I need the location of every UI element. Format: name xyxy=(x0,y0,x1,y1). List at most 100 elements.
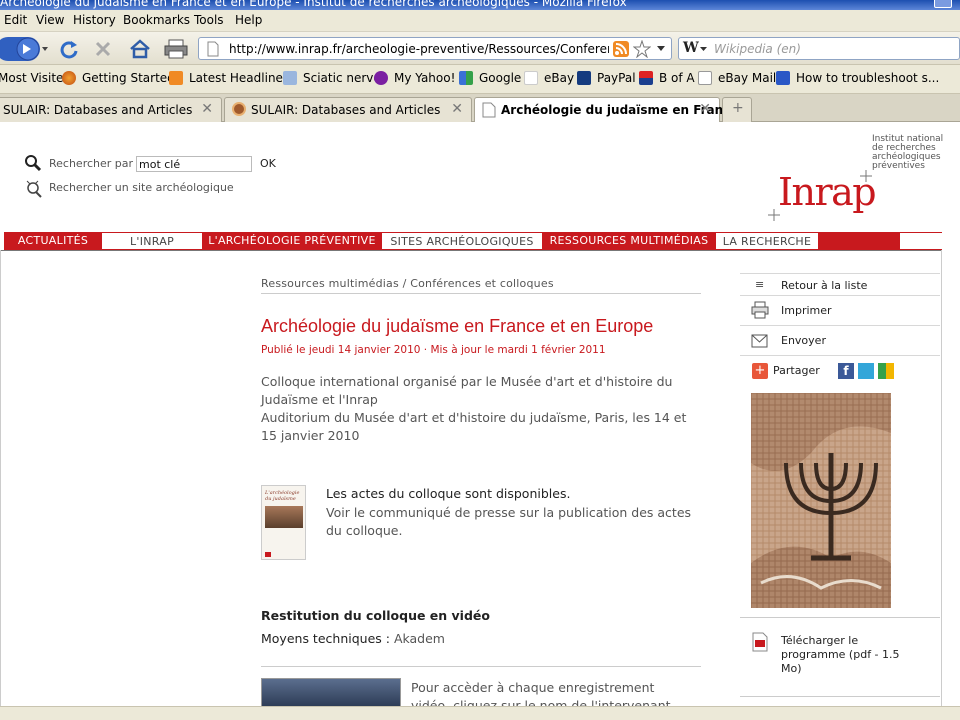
page-icon xyxy=(698,71,712,85)
share-plus-icon[interactable]: + xyxy=(752,363,768,379)
site-search-icon xyxy=(26,180,42,198)
twitter-icon[interactable] xyxy=(858,363,874,379)
breadcrumb: Ressources multimédias / Conférences et … xyxy=(261,277,554,290)
akadem-link[interactable]: Akadem xyxy=(394,631,445,646)
bookmark-getting-started[interactable]: Getting Started xyxy=(62,71,175,85)
web-page: Rechercher par mot clé OK Rechercher un … xyxy=(0,122,960,706)
new-tab-button[interactable]: + xyxy=(722,97,752,122)
nav-linrap[interactable]: L'INRAP xyxy=(102,232,202,250)
search-bar[interactable]: W Wikipedia (en) xyxy=(678,37,960,60)
page-left-border xyxy=(0,250,1,706)
bofa-icon xyxy=(639,71,653,85)
site-search-link[interactable]: Rechercher un site archéologique xyxy=(49,181,234,194)
bookmark-ebay-mail[interactable]: eBay Mail xyxy=(698,71,776,85)
search-placeholder: Wikipedia (en) xyxy=(714,42,801,56)
bookmarks-toolbar: Most Visited Getting Started Latest Head… xyxy=(0,65,960,94)
download-program-link[interactable]: Télécharger le programme (pdf - 1.5 Mo) xyxy=(781,634,921,676)
divider xyxy=(261,666,701,667)
menorah-mosaic-image xyxy=(751,393,891,608)
pdf-icon xyxy=(752,632,768,652)
yahoo-icon xyxy=(374,71,388,85)
press-release-link[interactable]: Voir le communiqué de presse sur la publ… xyxy=(326,504,706,540)
menu-help[interactable]: Help xyxy=(235,13,262,27)
rss-feed-icon[interactable] xyxy=(613,41,629,57)
bookmark-bofa[interactable]: B of A xyxy=(639,71,695,85)
print-icon xyxy=(751,301,769,319)
plus-icon: + xyxy=(732,100,744,116)
tab-sulair-1[interactable]: SULAIR: Databases and Articles ✕ xyxy=(0,97,222,122)
google-share-icon[interactable] xyxy=(878,363,894,379)
tab-archeologie[interactable]: Archéologie du judaïsme en Franc... ✕ xyxy=(474,97,744,123)
home-icon[interactable] xyxy=(129,39,151,59)
bookmark-sciatic-nerve[interactable]: Sciatic nerve xyxy=(283,71,381,85)
menu-history[interactable]: History xyxy=(73,13,116,27)
divider xyxy=(740,617,940,618)
page-right-border xyxy=(941,250,942,706)
page-title: Archéologie du judaïsme en France et en … xyxy=(261,316,654,336)
close-icon[interactable]: ✕ xyxy=(699,101,711,117)
proceedings-available: Les actes du colloque sont disponibles. xyxy=(326,486,571,501)
url-bar[interactable]: http://www.inrap.fr/archeologie-preventi… xyxy=(198,37,672,60)
window-title: Archéologie du judaïsme en France et en … xyxy=(0,0,627,9)
divider xyxy=(261,293,701,294)
close-icon[interactable]: ✕ xyxy=(451,101,463,117)
url-dropdown-icon[interactable] xyxy=(657,46,665,52)
url-text[interactable]: http://www.inrap.fr/archeologie-preventi… xyxy=(229,42,609,56)
book-cover-image[interactable]: L'archéologie du judaïsme xyxy=(261,485,306,560)
menu-tools[interactable]: Tools xyxy=(194,13,224,27)
list-icon: ≡ xyxy=(755,278,765,291)
nav-ressources-multimedias[interactable]: RESSOURCES MULTIMÉDIAS xyxy=(542,232,716,250)
intro-venue: Auditorium du Musée d'art et d'histoire … xyxy=(261,410,687,443)
back-forward-icon[interactable] xyxy=(0,35,48,63)
menu-bookmarks[interactable]: Bookmarks xyxy=(123,13,190,27)
video-thumbnail-image[interactable] xyxy=(261,678,401,706)
intro-organizers: Colloque international organisé par le M… xyxy=(261,374,673,407)
tab-sulair-2[interactable]: SULAIR: Databases and Articles ✕ xyxy=(224,97,472,122)
page-favicon-icon xyxy=(482,102,496,118)
bookmark-troubleshoot[interactable]: How to troubleshoot s... xyxy=(776,71,939,85)
ms-icon xyxy=(776,71,790,85)
menu-edit[interactable]: Edit xyxy=(4,13,27,27)
bookmark-google[interactable]: Google xyxy=(459,71,521,85)
nav-archeologie-preventive[interactable]: L'ARCHÉOLOGIE PRÉVENTIVE xyxy=(202,232,382,250)
search-icon xyxy=(25,155,42,172)
navigation-toolbar: http://www.inrap.fr/archeologie-preventi… xyxy=(0,32,960,65)
search-by-label: Rechercher par xyxy=(49,157,134,170)
nav-underline xyxy=(0,250,942,251)
bookmark-ebay[interactable]: eBay xyxy=(524,71,574,85)
ebay-icon xyxy=(524,71,538,85)
tab-label: SULAIR: Databases and Articles xyxy=(3,103,193,117)
print-icon[interactable] xyxy=(164,38,188,60)
nav-end xyxy=(900,232,942,250)
bookmark-latest-headlines[interactable]: Latest Headlines xyxy=(169,71,289,85)
window-button[interactable] xyxy=(934,0,952,8)
stop-icon[interactable] xyxy=(94,40,112,58)
nav-sites-archeologiques[interactable]: SITES ARCHÉOLOGIQUES xyxy=(382,232,542,250)
facebook-icon[interactable]: f xyxy=(838,363,854,379)
nav-spacer xyxy=(818,232,900,250)
wikipedia-icon[interactable]: W xyxy=(683,40,699,56)
bookmark-paypal[interactable]: PayPal xyxy=(577,71,636,85)
bookmark-star-icon[interactable] xyxy=(633,40,651,58)
video-heading: Restitution du colloque en vidéo xyxy=(261,608,490,623)
share-row: + Partager f xyxy=(740,355,940,385)
search-engine-dropdown-icon[interactable] xyxy=(700,47,707,52)
close-icon[interactable]: ✕ xyxy=(201,101,213,117)
tech-means: Moyens techniques : Akadem xyxy=(261,631,445,646)
divider xyxy=(740,696,940,697)
share-label[interactable]: Partager xyxy=(773,364,820,377)
menu-view[interactable]: View xyxy=(36,13,64,27)
print-link[interactable]: Imprimer xyxy=(740,295,940,325)
firefox-icon xyxy=(62,71,76,85)
logo-caption: Institut national de recherches archéolo… xyxy=(872,134,944,171)
bookmark-most-visited[interactable]: Most Visited xyxy=(0,71,71,85)
nav-actualites[interactable]: ACTUALITÉS xyxy=(4,232,102,250)
keyword-search-input[interactable]: mot clé xyxy=(136,156,252,172)
reload-icon[interactable] xyxy=(59,39,79,59)
video-instructions: Pour accèder à chaque enregistrement vid… xyxy=(411,680,671,706)
search-ok-button[interactable]: OK xyxy=(260,157,276,170)
back-to-list-link[interactable]: ≡ Retour à la liste xyxy=(740,273,940,295)
send-link[interactable]: Envoyer xyxy=(740,325,940,355)
nav-la-recherche[interactable]: LA RECHERCHE xyxy=(716,232,818,250)
bookmark-my-yahoo[interactable]: My Yahoo! xyxy=(374,71,455,85)
